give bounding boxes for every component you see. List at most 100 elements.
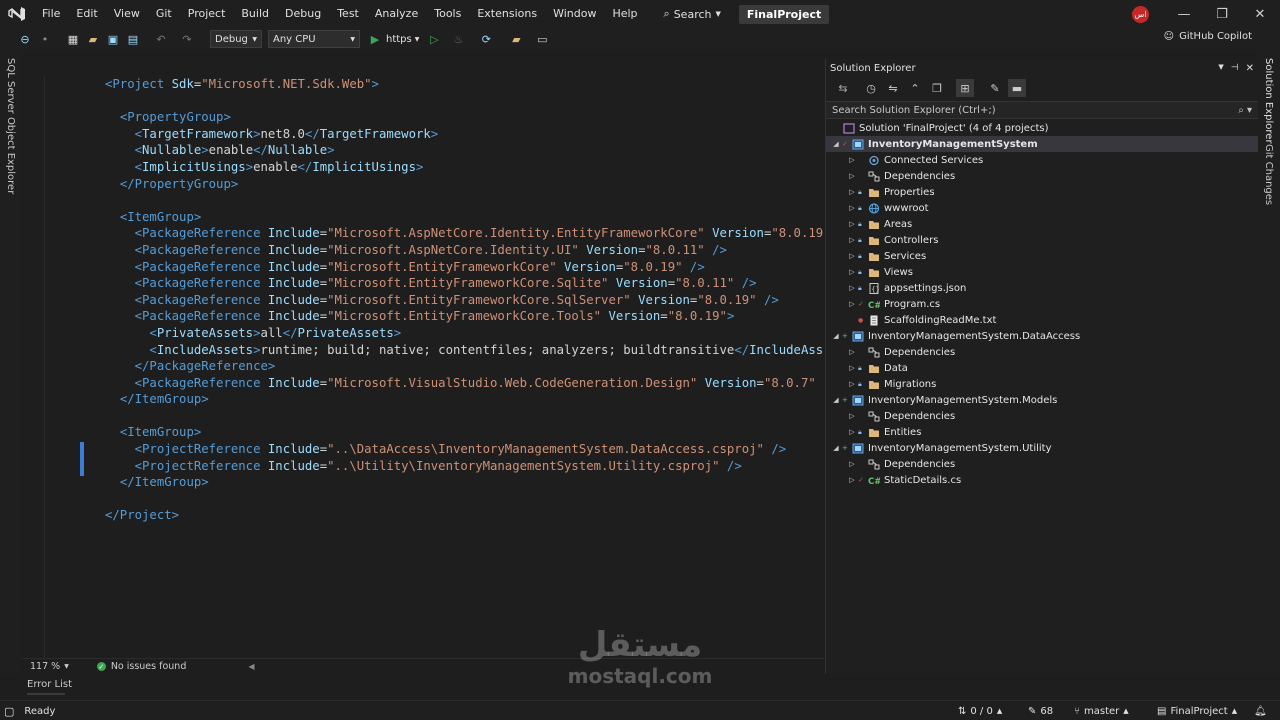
show-all-files-button[interactable]: ❐ (928, 79, 946, 97)
collapse-all-button[interactable]: ⌃ (906, 79, 924, 97)
code-line[interactable]: <ItemGroup> (105, 209, 824, 226)
code-line[interactable] (105, 93, 824, 110)
tree-item[interactable]: ▷ 🔒︎ wwwroot (826, 200, 1259, 216)
repository-indicator[interactable]: ▤ FinalProject ▲ (1157, 701, 1237, 720)
scroll-left-icon[interactable]: ◀ (248, 662, 254, 671)
menu-item-test[interactable]: Test (329, 0, 367, 28)
code-line[interactable]: <IncludeAssets>runtime; build; native; c… (105, 342, 824, 359)
collapsed-chevron-icon[interactable]: ▷ (846, 460, 858, 468)
save-all-button[interactable]: ▤ (124, 30, 142, 48)
filter-button[interactable]: ⊞ (956, 79, 974, 97)
collapsed-chevron-icon[interactable]: ▷ (846, 476, 858, 484)
sql-server-object-explorer-tab[interactable]: SQL Server Object Explorer (5, 58, 16, 194)
pin-icon[interactable]: ⊣ (1231, 63, 1239, 74)
tree-item[interactable]: ▷ 🔒︎ Entities (826, 424, 1259, 440)
preview-selected-button[interactable]: ▬ (1008, 79, 1026, 97)
solution-root-item[interactable]: Solution 'FinalProject' (4 of 4 projects… (826, 120, 1259, 136)
collapsed-chevron-icon[interactable]: ▷ (846, 268, 858, 276)
issues-indicator[interactable]: ✓ No issues found (96, 661, 186, 672)
code-line[interactable]: <ProjectReference Include="..\Utility\In… (105, 458, 824, 475)
tree-item[interactable]: ▷✓ C# StaticDetails.cs (826, 472, 1259, 488)
tree-item[interactable]: ▷ Dependencies (826, 168, 1259, 184)
branch-indicator[interactable]: ⑂ master ▲ (1074, 701, 1129, 720)
tree-project-item[interactable]: ◢ + InventoryManagementSystem.Models (826, 392, 1259, 408)
notifications-button[interactable]: 🔔︎ (1254, 701, 1267, 720)
code-line[interactable]: <Project Sdk="Microsoft.NET.Sdk.Web"> (105, 76, 824, 93)
tree-item[interactable]: ▷ 🔒︎ Services (826, 248, 1259, 264)
expanded-chevron-icon[interactable]: ◢ (830, 332, 842, 340)
sync-button[interactable]: ◷ (862, 79, 880, 97)
search-button[interactable]: ⌕ Search ▼ (658, 7, 727, 21)
collapsed-chevron-icon[interactable]: ▷ (846, 188, 858, 196)
collapsed-chevron-icon[interactable]: ▷ (846, 284, 858, 292)
code-content[interactable]: <Project Sdk="Microsoft.NET.Sdk.Web"> <P… (105, 76, 824, 524)
code-line[interactable]: <Nullable>enable</Nullable> (105, 142, 824, 159)
output-window-icon[interactable]: ▢ (4, 705, 14, 718)
tree-item[interactable]: ▷ 🔒︎ Migrations (826, 376, 1259, 392)
tree-item[interactable]: ▷ Dependencies (826, 344, 1259, 360)
properties-button[interactable]: ✎ (986, 79, 1004, 97)
solution-explorer-tab[interactable]: Solution Explorer (1263, 58, 1274, 144)
menu-item-project[interactable]: Project (180, 0, 234, 28)
expanded-chevron-icon[interactable]: ◢ (830, 444, 842, 452)
code-line[interactable]: <ItemGroup> (105, 424, 824, 441)
switch-views-button[interactable]: ⇆ (834, 79, 852, 97)
expanded-chevron-icon[interactable]: ◢ (830, 140, 842, 148)
dropdown-arrow-icon[interactable]: ▼ (1218, 63, 1223, 74)
code-line[interactable]: <PackageReference Include="Microsoft.Ent… (105, 259, 824, 276)
start-without-debugging-button[interactable]: ▷ (425, 30, 443, 48)
menu-item-debug[interactable]: Debug (277, 0, 329, 28)
new-project-button[interactable]: ▦ (64, 30, 82, 48)
code-line[interactable] (105, 192, 824, 209)
menu-item-file[interactable]: File (34, 0, 68, 28)
code-line[interactable]: <PackageReference Include="Microsoft.Ent… (105, 308, 824, 325)
code-line[interactable]: <PropertyGroup> (105, 109, 824, 126)
solution-search-input[interactable]: Search Solution Explorer (Ctrl+;) (832, 105, 996, 116)
visual-studio-logo-icon[interactable] (0, 0, 34, 28)
error-list-tab[interactable]: Error List (22, 676, 72, 694)
run-target-label[interactable]: https (386, 34, 412, 45)
collapsed-chevron-icon[interactable]: ▷ (846, 364, 858, 372)
configuration-dropdown[interactable]: Debug ▼ (210, 30, 262, 48)
chevron-down-icon[interactable]: ▼ (64, 663, 69, 670)
menu-item-help[interactable]: Help (604, 0, 645, 28)
menu-item-tools[interactable]: Tools (426, 0, 469, 28)
tree-item[interactable]: ▷ 🔒︎ Data (826, 360, 1259, 376)
back-sync-button[interactable]: ⇋ (884, 79, 902, 97)
tree-item[interactable]: ▷✓ C# Program.cs (826, 296, 1259, 312)
collapsed-chevron-icon[interactable]: ▷ (846, 220, 858, 228)
code-line[interactable]: </PropertyGroup> (105, 176, 824, 193)
menu-item-edit[interactable]: Edit (68, 0, 105, 28)
account-avatar[interactable]: اس (1132, 6, 1149, 23)
platform-dropdown[interactable]: Any CPU ▼ (268, 30, 360, 48)
tree-project-item[interactable]: ◢ ✓ InventoryManagementSystem (826, 136, 1259, 152)
minimize-button[interactable]: — (1165, 0, 1203, 28)
redo-button[interactable]: ↷ (178, 30, 196, 48)
code-line[interactable] (105, 408, 824, 425)
menu-item-build[interactable]: Build (233, 0, 277, 28)
maximize-button[interactable]: ❐ (1203, 0, 1241, 28)
refresh-button[interactable]: ⟳ (477, 30, 495, 48)
git-changes-tab[interactable]: Git Changes (1263, 144, 1274, 205)
save-button[interactable]: ▣ (104, 30, 122, 48)
line-column-indicator[interactable]: ⇅ 0 / 0 ▲ (958, 701, 1002, 720)
tree-project-item[interactable]: ◢ + InventoryManagementSystem.DataAccess (826, 328, 1259, 344)
tree-item[interactable]: ● ScaffoldingReadMe.txt (826, 312, 1259, 328)
collapsed-chevron-icon[interactable]: ▷ (846, 348, 858, 356)
tree-item[interactable]: ▷ 🔒︎ Controllers (826, 232, 1259, 248)
menu-item-view[interactable]: View (106, 0, 148, 28)
close-icon[interactable]: ✕ (1246, 63, 1254, 74)
collapsed-chevron-icon[interactable]: ▷ (846, 300, 858, 308)
collapsed-chevron-icon[interactable]: ▷ (846, 428, 858, 436)
code-line[interactable]: </ItemGroup> (105, 474, 824, 491)
tree-item[interactable]: ▷ Dependencies (826, 456, 1259, 472)
menu-item-analyze[interactable]: Analyze (367, 0, 426, 28)
code-line[interactable]: <PackageReference Include="Microsoft.Vis… (105, 375, 824, 392)
menu-item-window[interactable]: Window (545, 0, 604, 28)
open-file-button[interactable]: ▰ (84, 30, 102, 48)
expanded-chevron-icon[interactable]: ◢ (830, 396, 842, 404)
collapsed-chevron-icon[interactable]: ▷ (846, 252, 858, 260)
menu-item-extensions[interactable]: Extensions (469, 0, 545, 28)
collapsed-chevron-icon[interactable]: ▷ (846, 412, 858, 420)
code-line[interactable]: <PackageReference Include="Microsoft.Asp… (105, 225, 824, 242)
